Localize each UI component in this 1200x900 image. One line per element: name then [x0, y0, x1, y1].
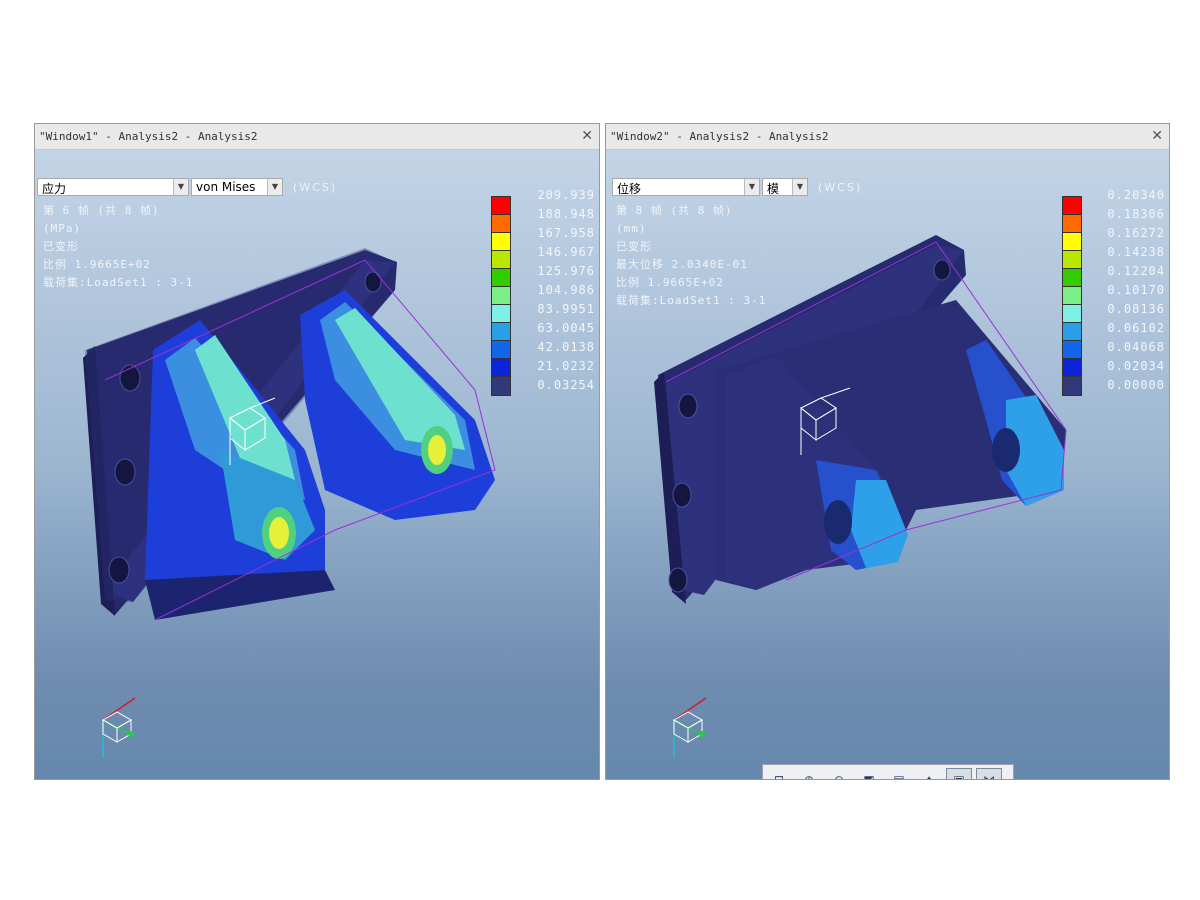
units-label: (MPa): [43, 222, 82, 235]
loadset-label: 载荷集:LoadSet1 : 3-1: [616, 294, 767, 307]
legend-value: 0.12204: [1107, 264, 1165, 278]
legend-swatch: [1063, 197, 1081, 215]
legend-value: 83.9951: [537, 302, 595, 316]
window2: "Window2" - Analysis2 - Analysis2 ✕ 位移 ▼…: [605, 123, 1170, 780]
window1: "Window1" - Analysis2 - Analysis2 ✕ 应力 ▼…: [34, 123, 600, 780]
legend-value: 42.0138: [537, 340, 595, 354]
scale-label: 比例 1.9665E+02: [616, 276, 724, 289]
legend-value: 0.02034: [1107, 359, 1165, 373]
legend-value: 104.986: [537, 283, 595, 297]
legend-values: 209.939 188.948 167.958 146.967 125.976 …: [537, 186, 595, 395]
legend-swatch: [1063, 323, 1081, 341]
legend-value: 167.958: [537, 226, 595, 240]
legend-value: 125.976: [537, 264, 595, 278]
window1-titlebar: "Window1" - Analysis2 - Analysis2 ✕: [35, 124, 599, 150]
datum-display-icon[interactable]: ⋈: [976, 768, 1002, 779]
legend-swatch: [1063, 269, 1081, 287]
legend-swatch: [492, 215, 510, 233]
zoom-window-icon[interactable]: ⊡: [766, 768, 792, 779]
view-toolbar: ⊡ ⊕ ⊖ ◩ ▤ ✦ ▣ ⋈: [762, 764, 1014, 779]
legend-value: 21.0232: [537, 359, 595, 373]
legend-swatch: [1063, 341, 1081, 359]
result-quantity-value: 应力: [42, 182, 67, 196]
coordinate-system-label: (WCS): [293, 181, 338, 194]
legend-value: 0.18306: [1107, 207, 1165, 221]
deformed-label: 已变形: [616, 240, 652, 253]
frame-label: 第 6 帧 (共 8 帧): [43, 204, 160, 217]
spin-center-icon[interactable]: ✦: [916, 768, 942, 779]
window1-title: "Window1" - Analysis2 - Analysis2: [39, 130, 258, 143]
chevron-down-icon[interactable]: ▼: [267, 179, 282, 195]
max-displacement-label: 最大位移 2.0340E-01: [616, 258, 748, 271]
window1-info-panel: 第 6 帧 (共 8 帧) (MPa) 已变形 比例 1.9665E+02 载荷…: [43, 202, 193, 292]
legend-swatch: [492, 251, 510, 269]
legend-swatch: [1063, 251, 1081, 269]
legend-value: 0.14238: [1107, 245, 1165, 259]
units-label: (mm): [616, 222, 647, 235]
legend-swatch: [1063, 359, 1081, 377]
scale-label: 比例 1.9665E+02: [43, 258, 151, 271]
chevron-down-icon[interactable]: ▼: [792, 179, 807, 195]
window2-info-panel: 第 8 帧 (共 8 帧) (mm) 已变形 最大位移 2.0340E-01 比…: [616, 202, 766, 310]
legend-swatch: [492, 359, 510, 377]
zoom-out-icon[interactable]: ⊖: [826, 768, 852, 779]
legend-value: 209.939: [537, 188, 595, 202]
deformed-label: 已变形: [43, 240, 79, 253]
legend-swatch: [1063, 233, 1081, 251]
legend-value: 188.948: [537, 207, 595, 221]
window2-titlebar: "Window2" - Analysis2 - Analysis2 ✕: [606, 124, 1169, 150]
coordinate-system-label: (WCS): [818, 181, 863, 194]
legend-swatch: [492, 323, 510, 341]
legend-swatch: [492, 305, 510, 323]
result-quantity-dropdown[interactable]: 应力 ▼: [37, 178, 189, 196]
view-manager-icon[interactable]: ▤: [886, 768, 912, 779]
legend-swatch: [492, 233, 510, 251]
legend-value: 0.04068: [1107, 340, 1165, 354]
legend-value: 0.00000: [1107, 378, 1165, 392]
color-legend-bar: [491, 196, 511, 396]
legend-value: 146.967: [537, 245, 595, 259]
result-component-value: 模: [767, 182, 780, 196]
legend-swatch: [1063, 377, 1081, 395]
legend-value: 0.16272: [1107, 226, 1165, 240]
legend-value: 0.06102: [1107, 321, 1165, 335]
zoom-in-icon[interactable]: ⊕: [796, 768, 822, 779]
legend-swatch: [492, 287, 510, 305]
close-icon[interactable]: ✕: [1151, 128, 1163, 144]
result-component-dropdown[interactable]: von Mises ▼: [191, 178, 283, 196]
result-component-dropdown[interactable]: 模 ▼: [762, 178, 808, 196]
chevron-down-icon[interactable]: ▼: [744, 179, 759, 195]
display-style-icon[interactable]: ▣: [946, 768, 972, 779]
chevron-down-icon[interactable]: ▼: [173, 179, 188, 195]
refit-icon[interactable]: ◩: [856, 768, 882, 779]
legend-swatch: [492, 377, 510, 395]
frame-label: 第 8 帧 (共 8 帧): [616, 204, 733, 217]
legend-swatch: [1063, 305, 1081, 323]
legend-value: 0.03254: [537, 378, 595, 392]
color-legend-bar: [1062, 196, 1082, 396]
legend-swatch: [492, 197, 510, 215]
legend-swatch: [1063, 287, 1081, 305]
result-quantity-dropdown[interactable]: 位移 ▼: [612, 178, 760, 196]
legend-values: 0.20340 0.18306 0.16272 0.14238 0.12204 …: [1107, 186, 1165, 395]
legend-swatch: [492, 269, 510, 287]
result-component-value: von Mises: [196, 180, 256, 194]
close-icon[interactable]: ✕: [581, 128, 593, 144]
window2-title: "Window2" - Analysis2 - Analysis2: [610, 130, 829, 143]
legend-value: 63.0045: [537, 321, 595, 335]
window2-viewport[interactable]: 位移 ▼ 模 ▼ (WCS) 第 8 帧 (共 8 帧) (mm) 已变形 最大…: [606, 150, 1169, 779]
legend-value: 0.08136: [1107, 302, 1165, 316]
legend-swatch: [492, 341, 510, 359]
window1-viewport[interactable]: 应力 ▼ von Mises ▼ (WCS) 第 6 帧 (共 8 帧) (MP…: [35, 150, 599, 779]
loadset-label: 载荷集:LoadSet1 : 3-1: [43, 276, 194, 289]
result-quantity-value: 位移: [617, 182, 642, 196]
legend-value: 0.20340: [1107, 188, 1165, 202]
legend-swatch: [1063, 215, 1081, 233]
legend-value: 0.10170: [1107, 283, 1165, 297]
